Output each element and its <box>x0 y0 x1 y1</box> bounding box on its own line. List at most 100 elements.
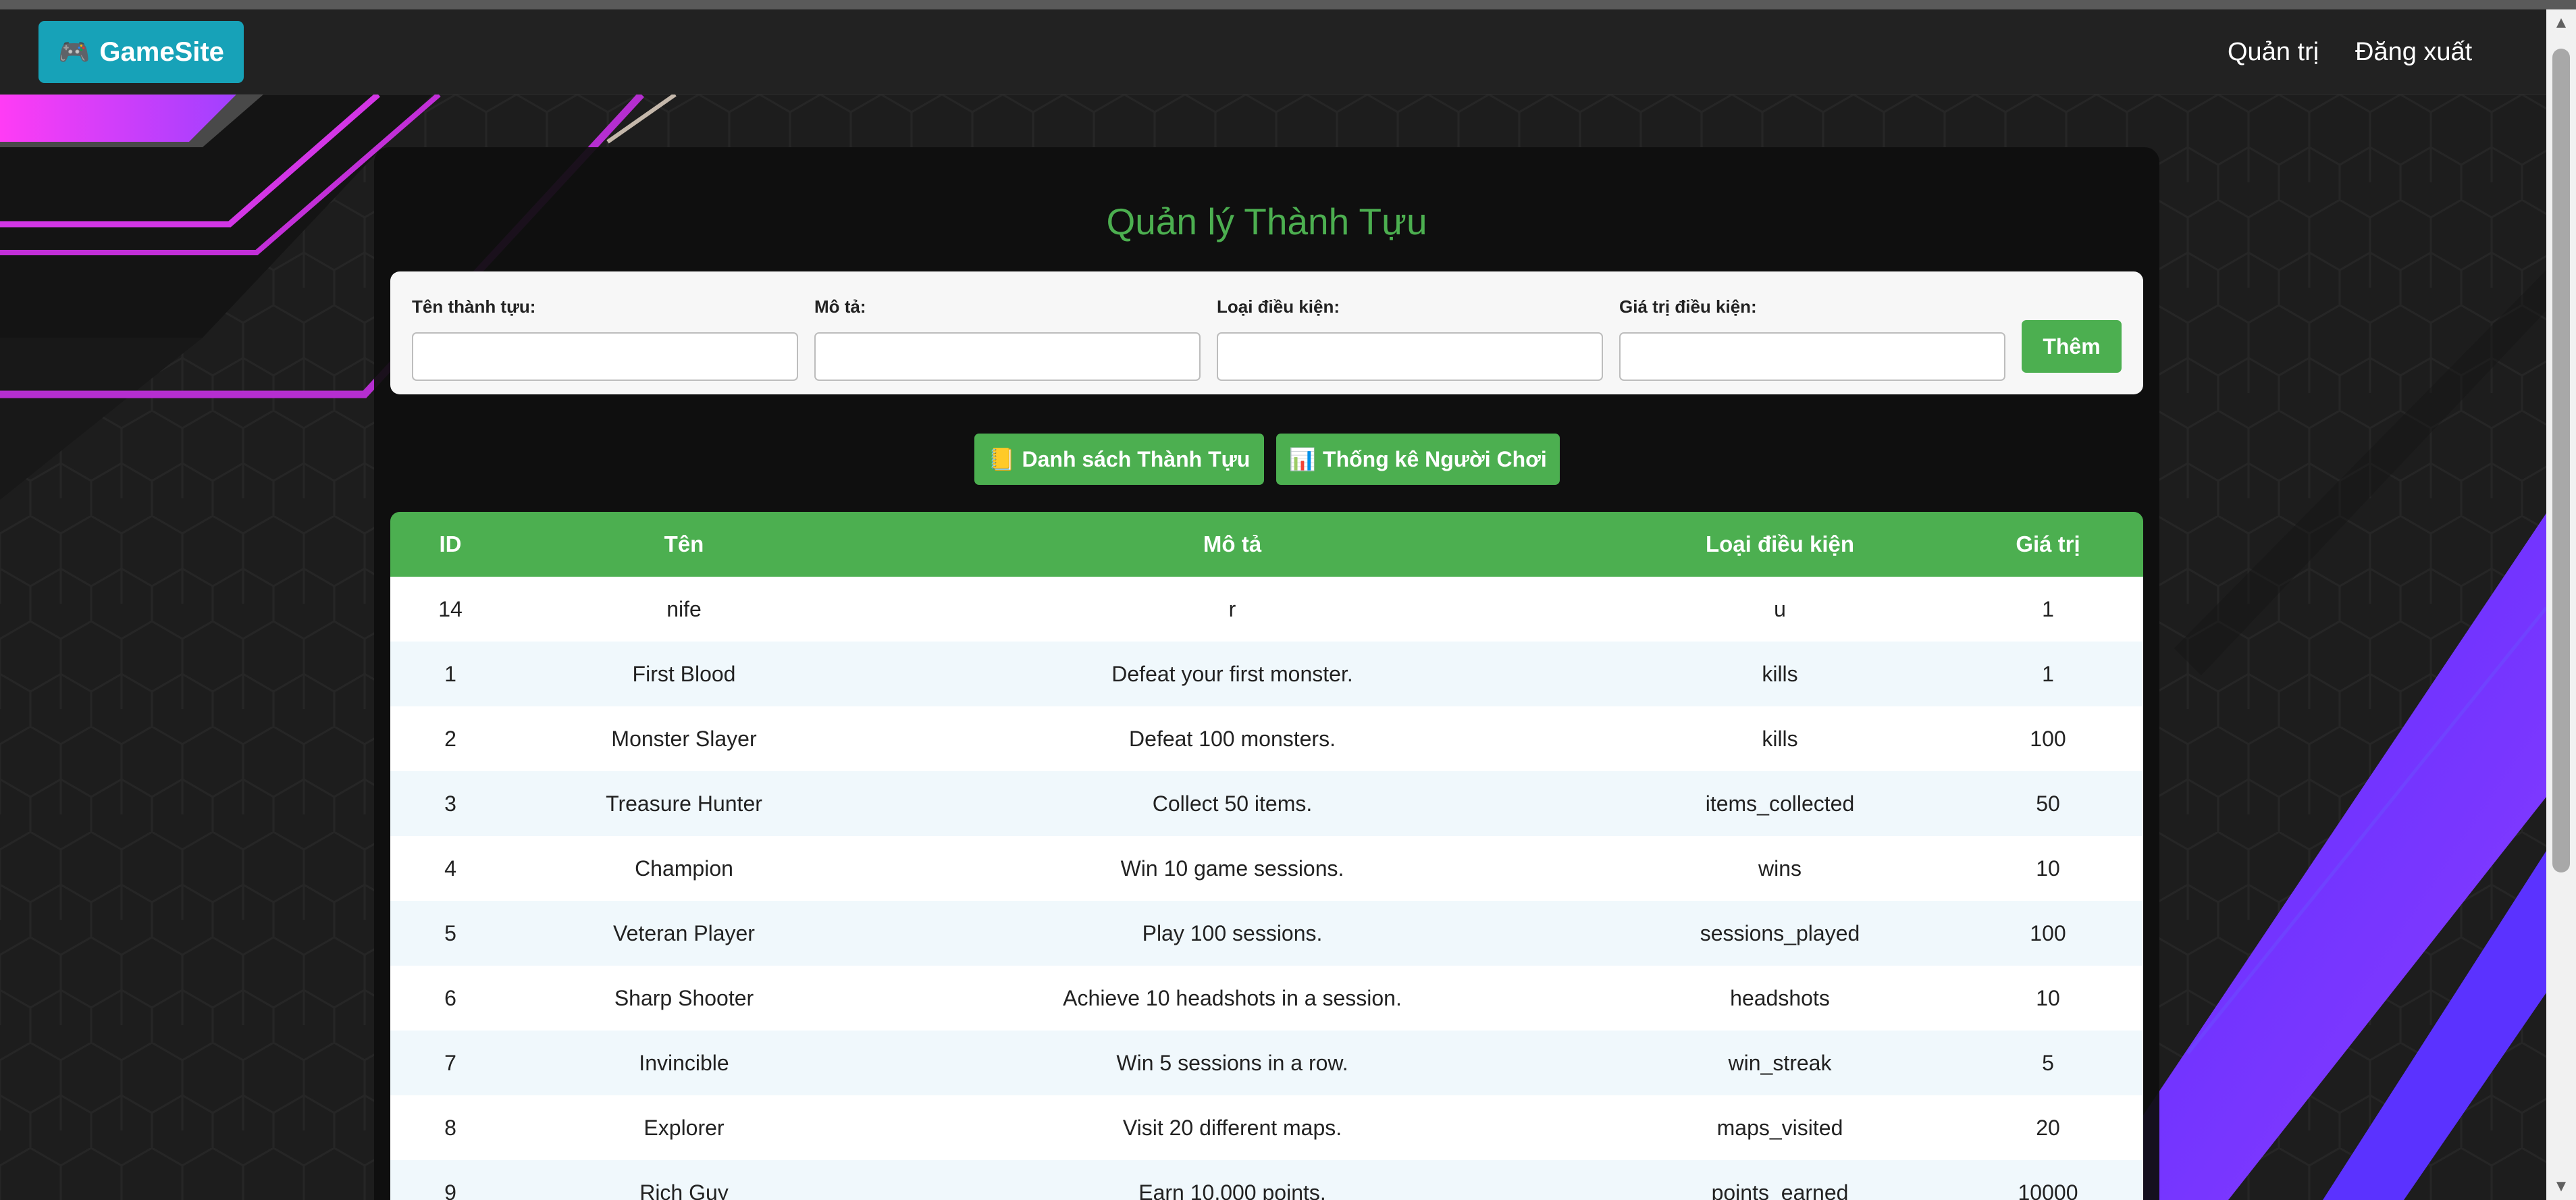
cell-value: 5 <box>1953 1031 2143 1095</box>
cell-condition-type: wins <box>1607 836 1953 901</box>
field-condition-type: Loại điều kiện: <box>1217 294 1603 381</box>
main-container: Quản lý Thành Tựu Tên thành tựu: Mô tả: … <box>374 147 2159 1200</box>
cell-name: Champion <box>510 836 858 901</box>
cell-name: Invincible <box>510 1031 858 1095</box>
condition-value-label: Giá trị điều kiện: <box>1619 296 1757 317</box>
cell-value: 100 <box>1953 706 2143 771</box>
cell-description: Earn 10,000 points. <box>858 1160 1607 1200</box>
achievement-list-label: Danh sách Thành Tựu <box>1022 447 1251 471</box>
achievements-table: ID Tên Mô tả Loại điều kiện Giá trị 14 n… <box>390 512 2143 1200</box>
scroll-down-arrow-icon[interactable]: ▼ <box>2546 1173 2576 1200</box>
cell-name: Rich Guy <box>510 1160 858 1200</box>
page-title: Quản lý Thành Tựu <box>1106 201 1427 242</box>
table-row: 3 Treasure Hunter Collect 50 items. item… <box>390 771 2143 836</box>
header-id: ID <box>390 512 510 577</box>
header-condition-type: Loại điều kiện <box>1607 512 1953 577</box>
cell-name: Sharp Shooter <box>510 966 858 1031</box>
cell-description: Visit 20 different maps. <box>858 1095 1607 1160</box>
achievements-table-wrapper: ID Tên Mô tả Loại điều kiện Giá trị 14 n… <box>390 512 2143 1200</box>
cell-id: 7 <box>390 1031 510 1095</box>
condition-type-input[interactable] <box>1217 332 1603 381</box>
scrollbar-thumb[interactable] <box>2552 49 2570 872</box>
table-row: 1 First Blood Defeat your first monster.… <box>390 642 2143 706</box>
field-description: Mô tả: <box>814 294 1201 381</box>
cell-id: 9 <box>390 1160 510 1200</box>
cell-id: 5 <box>390 901 510 966</box>
cell-id: 1 <box>390 642 510 706</box>
cell-description: Defeat your first monster. <box>858 642 1607 706</box>
achievement-list-button[interactable]: 📒 Danh sách Thành Tựu <box>974 434 1264 485</box>
cell-description: r <box>858 577 1607 642</box>
cell-description: Play 100 sessions. <box>858 901 1607 966</box>
field-condition-value: Giá trị điều kiện: <box>1619 294 2005 381</box>
header-description: Mô tả <box>858 512 1607 577</box>
cell-condition-type: u <box>1607 577 1953 642</box>
add-button[interactable]: Thêm <box>2022 320 2122 373</box>
cell-name: Explorer <box>510 1095 858 1160</box>
nav-link-admin[interactable]: Quản trị <box>2228 35 2319 69</box>
cell-value: 10 <box>1953 836 2143 901</box>
player-stats-button[interactable]: 📊 Thống kê Người Chơi <box>1276 434 1560 485</box>
cell-id: 4 <box>390 836 510 901</box>
cell-value: 100 <box>1953 901 2143 966</box>
cell-name: Monster Slayer <box>510 706 858 771</box>
cell-id: 3 <box>390 771 510 836</box>
brand-label: GameSite <box>99 37 224 67</box>
cell-value: 10000 <box>1953 1160 2143 1200</box>
cell-condition-type: kills <box>1607 706 1953 771</box>
description-input[interactable] <box>814 332 1201 381</box>
condition-type-label: Loại điều kiện: <box>1217 296 1340 317</box>
browser-top-strip <box>0 0 2576 9</box>
cell-condition-type: win_streak <box>1607 1031 1953 1095</box>
table-row: 5 Veteran Player Play 100 sessions. sess… <box>390 901 2143 966</box>
bar-chart-icon: 📊 <box>1289 447 1317 471</box>
table-row: 8 Explorer Visit 20 different maps. maps… <box>390 1095 2143 1160</box>
nav-link-logout[interactable]: Đăng xuất <box>2355 35 2472 69</box>
cell-condition-type: kills <box>1607 642 1953 706</box>
cell-condition-type: sessions_played <box>1607 901 1953 966</box>
description-label: Mô tả: <box>814 296 866 317</box>
cell-description: Win 10 game sessions. <box>858 836 1607 901</box>
table-row: 2 Monster Slayer Defeat 100 monsters. ki… <box>390 706 2143 771</box>
scroll-up-arrow-icon[interactable]: ▲ <box>2546 9 2576 36</box>
cell-value: 1 <box>1953 642 2143 706</box>
header-name: Tên <box>510 512 858 577</box>
table-row: 4 Champion Win 10 game sessions. wins 10 <box>390 836 2143 901</box>
cell-value: 50 <box>1953 771 2143 836</box>
vertical-scrollbar[interactable]: ▲ ▼ <box>2546 9 2576 1200</box>
top-navbar: 🎮 GameSite Quản trị Đăng xuất <box>0 9 2546 95</box>
cell-condition-type: maps_visited <box>1607 1095 1953 1160</box>
player-stats-label: Thống kê Người Chơi <box>1323 447 1547 471</box>
cell-value: 10 <box>1953 966 2143 1031</box>
table-row: 14 nife r u 1 <box>390 577 2143 642</box>
add-achievement-form: Tên thành tựu: Mô tả: Loại điều kiện: Gi… <box>390 271 2143 394</box>
cell-name: Veteran Player <box>510 901 858 966</box>
table-header-row: ID Tên Mô tả Loại điều kiện Giá trị <box>390 512 2143 577</box>
cell-name: First Blood <box>510 642 858 706</box>
ledger-icon: 📒 <box>988 447 1016 471</box>
table-row: 6 Sharp Shooter Achieve 10 headshots in … <box>390 966 2143 1031</box>
cell-condition-type: headshots <box>1607 966 1953 1031</box>
field-name: Tên thành tựu: <box>412 294 798 381</box>
gamepad-icon: 🎮 <box>58 38 90 67</box>
cell-id: 14 <box>390 577 510 642</box>
cell-id: 2 <box>390 706 510 771</box>
header-value: Giá trị <box>1953 512 2143 577</box>
name-input[interactable] <box>412 332 798 381</box>
cell-value: 20 <box>1953 1095 2143 1160</box>
name-label: Tên thành tựu: <box>412 296 536 317</box>
cell-name: Treasure Hunter <box>510 771 858 836</box>
brand-logo-button[interactable]: 🎮 GameSite <box>38 21 244 83</box>
condition-value-input[interactable] <box>1619 332 2005 381</box>
cell-value: 1 <box>1953 577 2143 642</box>
cell-name: nife <box>510 577 858 642</box>
table-row: 7 Invincible Win 5 sessions in a row. wi… <box>390 1031 2143 1095</box>
cell-condition-type: points_earned <box>1607 1160 1953 1200</box>
cell-description: Achieve 10 headshots in a session. <box>858 966 1607 1031</box>
cell-condition-type: items_collected <box>1607 771 1953 836</box>
cell-description: Defeat 100 monsters. <box>858 706 1607 771</box>
cell-id: 8 <box>390 1095 510 1160</box>
table-row: 9 Rich Guy Earn 10,000 points. points_ea… <box>390 1160 2143 1200</box>
cell-description: Win 5 sessions in a row. <box>858 1031 1607 1095</box>
cell-description: Collect 50 items. <box>858 771 1607 836</box>
